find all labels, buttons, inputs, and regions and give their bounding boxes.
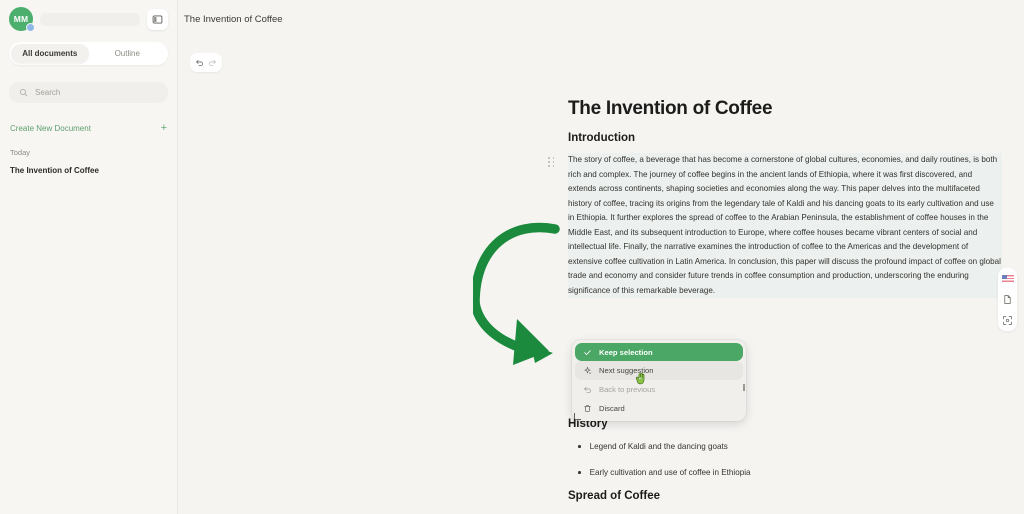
paragraph-block: The story of coffee, a beverage that has… xyxy=(548,153,1002,299)
right-rail xyxy=(998,268,1017,331)
app-root: MM All documents Outline Search Create N… xyxy=(0,0,1024,514)
panel-left-icon[interactable] xyxy=(147,8,168,30)
sidebar-item-the-invention-of-coffee[interactable]: The Invention of Coffee xyxy=(10,166,167,175)
keep-selection-button[interactable]: Keep selection xyxy=(575,343,743,361)
workspace-name-placeholder xyxy=(40,12,140,26)
document-content: The Invention of Coffee Introduction The… xyxy=(548,98,1002,299)
avatar[interactable]: MM xyxy=(9,7,35,32)
language-flag-icon[interactable] xyxy=(1001,272,1014,285)
create-new-document-label: Create New Document xyxy=(10,124,91,133)
redo-icon[interactable] xyxy=(208,58,217,67)
list-item[interactable]: Early cultivation and use of coffee in E… xyxy=(568,467,998,478)
back-to-previous-label: Back to previous xyxy=(599,385,656,394)
list-item-label: Early cultivation and use of coffee in E… xyxy=(589,468,751,477)
document-paragraph-intro[interactable]: The story of coffee, a beverage that has… xyxy=(568,153,1002,299)
discard-label: Discard xyxy=(599,404,625,413)
bullet-dot-icon xyxy=(578,445,581,448)
keep-selection-label: Keep selection xyxy=(599,347,653,357)
create-new-document-button[interactable]: Create New Document + xyxy=(10,123,167,134)
list-item-label: Legend of Kaldi and the dancing goats xyxy=(589,442,728,451)
main-area: The Invention of Coffee The Invention of… xyxy=(178,0,1024,514)
mouse-cursor-pointer xyxy=(636,372,645,385)
fullscreen-icon[interactable] xyxy=(1001,314,1014,327)
tab-all-documents[interactable]: All documents xyxy=(11,44,89,63)
suggestion-popup: Keep selection Next suggestion Back to p… xyxy=(572,340,746,421)
search-icon xyxy=(19,88,28,97)
trash-icon xyxy=(583,404,592,413)
search-input[interactable]: Search xyxy=(9,82,168,103)
drag-handle-icon[interactable] xyxy=(548,157,556,168)
undo-redo-group xyxy=(190,52,222,72)
document-heading-spread-of-coffee: Spread of Coffee xyxy=(568,490,661,502)
selection-edge-handle xyxy=(743,384,745,391)
sparkle-icon xyxy=(583,366,592,375)
plus-icon: + xyxy=(160,122,167,134)
sidebar-header: MM xyxy=(0,0,177,38)
list-item[interactable]: Legend of Kaldi and the dancing goats xyxy=(568,441,998,452)
document-export-icon[interactable] xyxy=(1001,293,1014,306)
avatar-status-badge xyxy=(26,23,35,32)
sidebar-tabs: All documents Outline xyxy=(9,42,168,65)
search-placeholder: Search xyxy=(35,88,61,97)
document-heading-title: The Invention of Coffee xyxy=(568,98,773,119)
next-suggestion-button[interactable]: Next suggestion xyxy=(575,361,743,380)
discard-button[interactable]: Discard xyxy=(575,399,743,418)
sidebar: MM All documents Outline Search Create N… xyxy=(0,0,178,514)
back-to-previous-button[interactable]: Back to previous xyxy=(575,380,743,399)
tab-outline-label: Outline xyxy=(114,49,140,58)
document-bullet-list: Legend of Kaldi and the dancing goats Ea… xyxy=(568,441,998,493)
undo-icon[interactable] xyxy=(195,58,204,67)
bullet-dot-icon xyxy=(578,471,581,474)
tab-outline[interactable]: Outline xyxy=(89,44,167,63)
document-heading-introduction: Introduction xyxy=(568,132,636,144)
tab-all-documents-label: All documents xyxy=(22,49,78,58)
undo-arrow-icon xyxy=(583,385,592,394)
page-title: The Invention of Coffee xyxy=(184,13,283,25)
selection-corner-handle xyxy=(574,413,581,420)
document-canvas: The Invention of Coffee Introduction The… xyxy=(356,0,1024,514)
sidebar-section-today: Today xyxy=(10,148,31,157)
check-icon xyxy=(583,348,592,357)
